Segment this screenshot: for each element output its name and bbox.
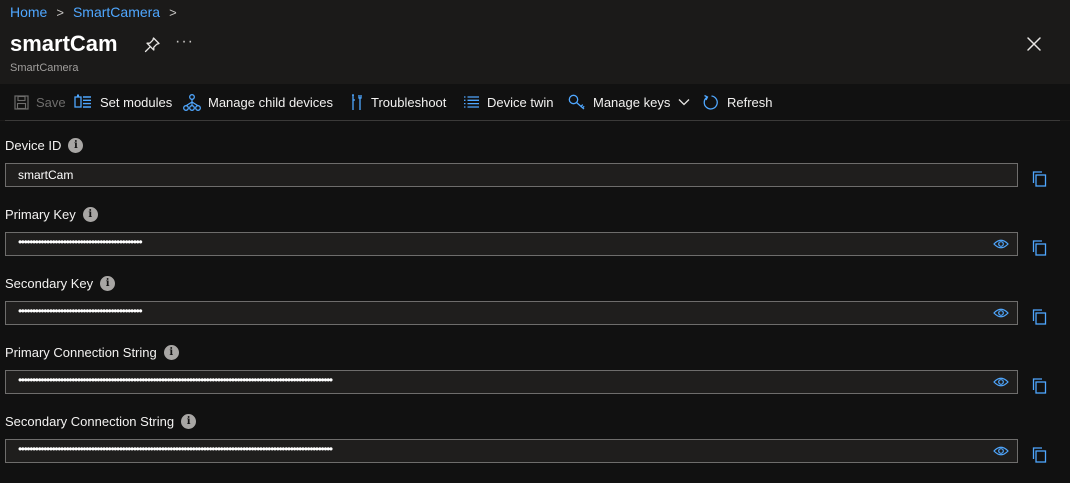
primary-key-value: ••••••••••••••••••••••••••••••••••••••••… bbox=[18, 235, 143, 249]
secondary-key-label: Secondary Key i bbox=[5, 276, 116, 291]
secondary-connection-string-value: ••••••••••••••••••••••••••••••••••••••••… bbox=[18, 442, 333, 456]
page-subtitle: SmartCamera bbox=[10, 62, 79, 74]
troubleshoot-button[interactable]: Troubleshoot bbox=[350, 84, 446, 120]
manage-keys-label: Manage keys bbox=[593, 94, 671, 110]
primary-connection-string-label-text: Primary Connection String bbox=[5, 345, 157, 360]
breadcrumb-home-link[interactable]: Home bbox=[10, 4, 47, 20]
pin-icon[interactable] bbox=[143, 36, 161, 54]
primary-key-label-text: Primary Key bbox=[5, 207, 76, 222]
device-twin-icon bbox=[464, 96, 479, 108]
device-id-field[interactable]: smartCam bbox=[5, 163, 1018, 187]
copy-icon[interactable] bbox=[1032, 240, 1047, 256]
device-id-label-text: Device ID bbox=[5, 138, 62, 153]
eye-icon[interactable] bbox=[993, 307, 1009, 319]
close-icon[interactable] bbox=[1024, 34, 1044, 54]
page-header: Home > SmartCamera > smartCam ··· SmartC… bbox=[0, 0, 1070, 84]
save-icon bbox=[14, 94, 29, 110]
primary-key-field[interactable]: ••••••••••••••••••••••••••••••••••••••••… bbox=[5, 232, 1018, 256]
page-title: smartCam bbox=[10, 31, 118, 56]
chevron-down-icon bbox=[678, 99, 690, 106]
refresh-button[interactable]: Refresh bbox=[703, 84, 773, 120]
breadcrumb-separator: > bbox=[56, 4, 64, 20]
set-modules-icon bbox=[74, 94, 91, 108]
eye-icon[interactable] bbox=[993, 445, 1009, 457]
info-icon[interactable]: i bbox=[181, 414, 197, 429]
primary-connection-string-value: ••••••••••••••••••••••••••••••••••••••••… bbox=[18, 373, 333, 387]
copy-icon[interactable] bbox=[1032, 447, 1047, 463]
set-modules-label: Set modules bbox=[100, 94, 173, 110]
copy-icon[interactable] bbox=[1032, 378, 1047, 394]
secondary-connection-string-field[interactable]: ••••••••••••••••••••••••••••••••••••••••… bbox=[5, 439, 1018, 463]
breadcrumb-smartcamera-link[interactable]: SmartCamera bbox=[73, 4, 160, 20]
secondary-key-label-text: Secondary Key bbox=[5, 276, 94, 291]
eye-icon[interactable] bbox=[993, 376, 1009, 388]
breadcrumb: Home > SmartCamera > bbox=[10, 4, 186, 20]
set-modules-button[interactable]: Set modules bbox=[74, 84, 172, 120]
info-icon[interactable]: i bbox=[68, 138, 84, 153]
primary-connection-string-label: Primary Connection String i bbox=[5, 345, 179, 360]
command-bar: Save Set modules Manage child devices Tr… bbox=[0, 84, 1070, 120]
troubleshoot-icon bbox=[352, 93, 362, 110]
manage-keys-button[interactable]: Manage keys bbox=[568, 84, 690, 120]
copy-icon[interactable] bbox=[1032, 171, 1047, 187]
info-icon[interactable]: i bbox=[163, 345, 179, 360]
device-twin-label: Device twin bbox=[487, 94, 554, 110]
device-id-label: Device ID i bbox=[5, 138, 84, 153]
info-icon[interactable]: i bbox=[100, 276, 116, 291]
child-devices-icon bbox=[183, 93, 201, 111]
refresh-label: Refresh bbox=[727, 94, 773, 110]
key-icon bbox=[568, 94, 585, 110]
secondary-key-value: ••••••••••••••••••••••••••••••••••••••••… bbox=[18, 304, 143, 318]
refresh-icon bbox=[703, 94, 718, 110]
more-icon[interactable]: ··· bbox=[175, 33, 194, 51]
secondary-connection-string-label: Secondary Connection String i bbox=[5, 414, 197, 429]
copy-icon[interactable] bbox=[1032, 309, 1047, 325]
info-icon[interactable]: i bbox=[82, 207, 98, 222]
manage-child-devices-button[interactable]: Manage child devices bbox=[183, 84, 333, 120]
device-twin-button[interactable]: Device twin bbox=[463, 84, 553, 120]
device-details-panel: Device ID i smartCam Primary Key i •••••… bbox=[0, 121, 1070, 483]
secondary-key-field[interactable]: ••••••••••••••••••••••••••••••••••••••••… bbox=[5, 301, 1018, 325]
breadcrumb-separator: > bbox=[169, 4, 177, 20]
eye-icon[interactable] bbox=[993, 238, 1009, 250]
manage-child-devices-label: Manage child devices bbox=[208, 94, 334, 110]
primary-key-label: Primary Key i bbox=[5, 207, 98, 222]
primary-connection-string-field[interactable]: ••••••••••••••••••••••••••••••••••••••••… bbox=[5, 370, 1018, 394]
secondary-connection-string-label-text: Secondary Connection String bbox=[5, 414, 175, 429]
save-label: Save bbox=[36, 94, 66, 110]
device-id-value: smartCam bbox=[18, 168, 74, 182]
save-button[interactable]: Save bbox=[14, 84, 66, 120]
troubleshoot-label: Troubleshoot bbox=[371, 94, 447, 110]
